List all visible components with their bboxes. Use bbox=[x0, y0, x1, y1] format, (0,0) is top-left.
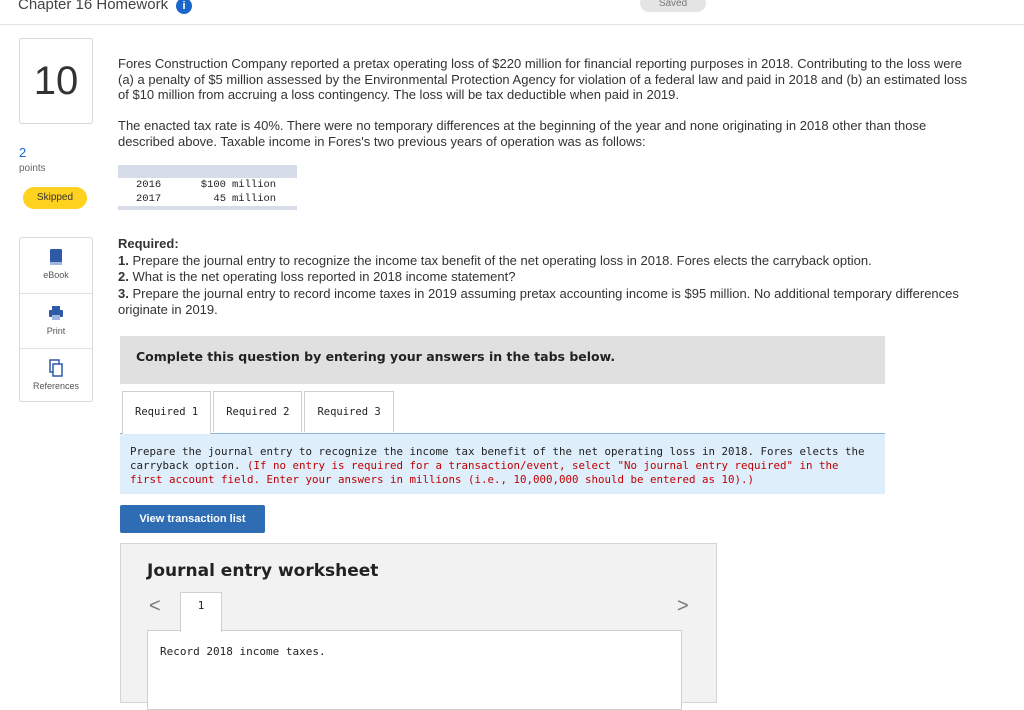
print-icon bbox=[49, 306, 63, 320]
table-row: 2016 $100 million bbox=[118, 178, 297, 192]
required-item-text: What is the net operating loss reported … bbox=[128, 269, 516, 284]
worksheet-title: Journal entry worksheet bbox=[147, 561, 379, 581]
required-heading: Required: bbox=[118, 236, 179, 251]
table-amount: 45 bbox=[213, 193, 226, 205]
required-item: 2. What is the net operating loss report… bbox=[118, 269, 978, 286]
table-row: 2017 45 million bbox=[118, 192, 297, 206]
complete-question-text: Complete this question by entering your … bbox=[136, 349, 616, 364]
problem-paragraph-1: Fores Construction Company reported a pr… bbox=[118, 56, 978, 103]
references-button[interactable]: References bbox=[20, 348, 92, 403]
required-item: 1. Prepare the journal entry to recogniz… bbox=[118, 253, 978, 270]
print-label: Print bbox=[46, 326, 66, 336]
print-button[interactable]: Print bbox=[20, 293, 92, 348]
worksheet-entry-panel: Record 2018 income taxes. bbox=[147, 630, 682, 710]
entry-description: Record 2018 income taxes. bbox=[160, 645, 326, 658]
worksheet-page-tab[interactable]: 1 bbox=[180, 592, 222, 632]
info-icon[interactable]: i bbox=[176, 0, 193, 14]
points-value: 2 bbox=[19, 145, 27, 160]
table-unit: million bbox=[232, 179, 277, 191]
required-tabs: Required 1 Required 2 Required 3 bbox=[122, 391, 396, 434]
references-label: References bbox=[32, 381, 80, 391]
journal-entry-worksheet: Journal entry worksheet < 1 > Record 201… bbox=[120, 543, 717, 710]
view-transaction-list-button[interactable]: View transaction list bbox=[120, 505, 265, 533]
ebook-label: eBook bbox=[43, 270, 69, 280]
tools-panel: eBook Print References bbox=[19, 237, 93, 402]
required-item-text: Prepare the journal entry to recognize t… bbox=[128, 252, 872, 268]
problem-paragraph-2: The enacted tax rate is 40%. There were … bbox=[118, 118, 927, 149]
required-item-text: Prepare the journal entry to record inco… bbox=[118, 285, 959, 318]
required-item-number: 2. bbox=[118, 269, 129, 284]
required-item: 3. Prepare the journal entry to record i… bbox=[118, 286, 978, 319]
required-item-number: 1. bbox=[118, 252, 129, 268]
chapter-title-text: Chapter 16 Homework bbox=[18, 0, 169, 13]
required-section: Required: 1. Prepare the journal entry t… bbox=[118, 236, 978, 319]
references-icon bbox=[49, 359, 63, 377]
problem-text-1: Fores Construction Company reported a pr… bbox=[118, 56, 968, 102]
assignment-title: Chapter 16 Homework i bbox=[18, 0, 193, 14]
status-badge: Skipped bbox=[23, 187, 87, 209]
question-number: 10 bbox=[19, 38, 93, 124]
tab-required-1[interactable]: Required 1 bbox=[122, 391, 212, 434]
table-year: 2017 bbox=[136, 193, 162, 205]
top-bar: Chapter 16 Homework i Saved bbox=[0, 0, 1024, 25]
table-unit: million bbox=[232, 193, 277, 205]
required-item-number: 3. bbox=[118, 285, 129, 301]
ebook-button[interactable]: eBook bbox=[20, 238, 92, 292]
book-icon bbox=[50, 249, 62, 265]
complete-question-banner: Complete this question by entering your … bbox=[120, 336, 885, 384]
tab-required-2[interactable]: Required 2 bbox=[213, 391, 303, 432]
saved-status: Saved bbox=[640, 0, 706, 12]
table-year: 2016 bbox=[136, 179, 162, 191]
chevron-right-icon[interactable]: > bbox=[677, 595, 689, 618]
table-amount: $100 bbox=[200, 179, 226, 191]
chevron-left-icon[interactable]: < bbox=[149, 595, 161, 618]
tab-required-3[interactable]: Required 3 bbox=[304, 391, 394, 432]
taxable-income-table: 2016 $100 million 2017 45 million bbox=[118, 165, 297, 210]
points-label: points bbox=[19, 163, 46, 174]
tab-instructions: Prepare the journal entry to recognize t… bbox=[120, 433, 885, 494]
